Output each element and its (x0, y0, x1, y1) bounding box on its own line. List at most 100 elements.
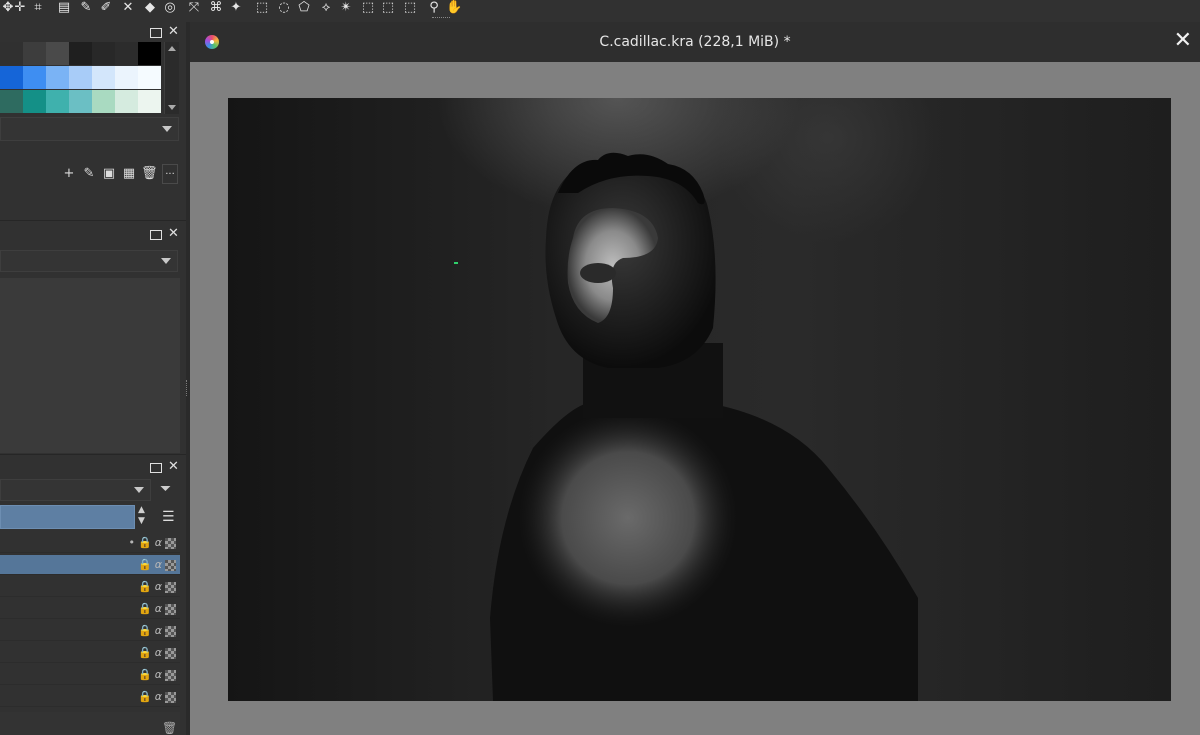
color-swatch[interactable] (23, 90, 46, 113)
smart-patch-icon[interactable]: ✐ (98, 0, 114, 16)
color-swatch[interactable] (46, 66, 69, 89)
bezier-select-icon[interactable]: ⬚ (380, 0, 396, 16)
close-document-button[interactable]: ✕ (1174, 29, 1192, 53)
color-swatch[interactable] (23, 42, 46, 65)
color-swatch[interactable] (46, 90, 69, 113)
lock-icon[interactable]: 🔒 (138, 668, 152, 682)
color-swatch[interactable] (69, 42, 92, 65)
close-docker-icon[interactable]: ✕ (168, 460, 179, 473)
layer-row[interactable]: 🔒 α (0, 621, 180, 641)
lock-icon[interactable]: 🔒 (138, 602, 152, 616)
inherit-alpha-icon[interactable] (165, 559, 176, 571)
inherit-alpha-icon[interactable] (165, 647, 176, 659)
reference-icon[interactable]: ✦ (228, 0, 244, 16)
painting-canvas[interactable] (228, 98, 1171, 701)
color-swatch[interactable] (69, 90, 92, 113)
lock-icon[interactable]: 🔒 (138, 558, 152, 572)
palette-selector[interactable] (0, 117, 179, 141)
layer-row[interactable]: 🔒 α (0, 555, 180, 575)
color-swatch[interactable] (138, 66, 161, 89)
edit-icon[interactable]: ✎ (81, 166, 97, 182)
layer-row[interactable]: 🔒 α (0, 577, 180, 597)
opacity-slider[interactable] (0, 505, 135, 529)
color-swatch[interactable] (138, 90, 161, 113)
layer-row[interactable]: 🔒 α (0, 665, 180, 685)
magic-wand-icon[interactable]: ✕ (120, 0, 136, 16)
opacity-spin-icon[interactable]: ▲ ▼ (138, 505, 145, 527)
color-picker-icon[interactable]: ✎ (78, 0, 94, 16)
alpha-lock-icon[interactable]: α (155, 646, 162, 660)
layer-row[interactable]: 🔒 α (0, 599, 180, 619)
float-docker-icon[interactable] (150, 463, 162, 473)
lock-icon[interactable]: 🔒 (138, 690, 152, 704)
alpha-lock-icon[interactable]: α (155, 624, 162, 638)
color-swatch[interactable] (0, 42, 23, 65)
color-swatch[interactable] (115, 90, 138, 113)
save-icon[interactable]: ▣ (101, 166, 117, 182)
magnetic-select-icon[interactable]: ⬚ (402, 0, 418, 16)
alpha-lock-icon[interactable]: α (155, 668, 162, 682)
color-swatch[interactable] (92, 66, 115, 89)
add-icon[interactable]: + (61, 166, 77, 182)
fill-icon[interactable]: ◆ (142, 0, 158, 16)
color-swatch[interactable] (46, 42, 69, 65)
color-swatch[interactable] (69, 66, 92, 89)
color-swatch[interactable] (92, 42, 115, 65)
alpha-lock-icon[interactable]: α (155, 536, 162, 550)
ellipse-select-icon[interactable]: ◌ (276, 0, 292, 16)
inherit-alpha-icon[interactable] (165, 537, 176, 549)
color-swatch[interactable] (23, 66, 46, 89)
close-docker-icon[interactable]: ✕ (168, 25, 179, 38)
color-swatch[interactable] (138, 42, 161, 65)
scroll-down-icon[interactable] (168, 105, 176, 110)
alpha-lock-icon[interactable]: α (155, 690, 162, 704)
delete-icon[interactable]: 🗑 (141, 166, 158, 182)
preset-filter-combo[interactable] (0, 250, 178, 272)
crop-icon[interactable]: ⌗ (30, 0, 46, 16)
pan-icon[interactable]: ✋ (446, 0, 462, 16)
lock-icon[interactable]: 🔒 (138, 646, 152, 660)
color-swatch[interactable] (92, 90, 115, 113)
visibility-icon[interactable]: • (129, 536, 136, 550)
delete-layer-icon[interactable]: 🗑 (162, 721, 177, 735)
similar-select-icon[interactable]: ⬚ (360, 0, 376, 16)
color-swatch[interactable] (0, 90, 23, 113)
freehand-select-icon[interactable]: ⟡ (318, 0, 334, 16)
inherit-alpha-icon[interactable] (165, 603, 176, 615)
layer-row[interactable]: 🔒 α (0, 687, 180, 707)
palette-more-button[interactable]: ... (162, 164, 178, 184)
inherit-alpha-icon[interactable] (165, 625, 176, 637)
float-docker-icon[interactable] (150, 230, 162, 240)
move-icon[interactable]: ✛ (12, 0, 28, 16)
alpha-lock-icon[interactable]: α (155, 602, 162, 616)
transform-icon[interactable]: ⤧ (186, 0, 202, 16)
inherit-alpha-icon[interactable] (165, 669, 176, 681)
lock-icon[interactable]: 🔒 (138, 580, 152, 594)
color-swatch[interactable] (115, 42, 138, 65)
polygon-select-icon[interactable]: ⬠ (296, 0, 312, 16)
inherit-alpha-icon[interactable] (165, 581, 176, 593)
close-docker-icon[interactable]: ✕ (168, 227, 179, 240)
alpha-lock-icon[interactable]: α (155, 558, 162, 572)
color-swatch[interactable] (0, 66, 23, 89)
contiguous-select-icon[interactable]: ✴ (338, 0, 354, 16)
blending-mode-combo[interactable] (0, 479, 151, 501)
rect-select-icon[interactable]: ⬚ (254, 0, 270, 16)
layer-row[interactable]: 🔒 α (0, 643, 180, 663)
enclose-fill-icon[interactable]: ◎ (162, 0, 178, 16)
float-docker-icon[interactable] (150, 28, 162, 38)
alpha-lock-icon[interactable]: α (155, 580, 162, 594)
layer-menu-icon[interactable]: ☰ (162, 509, 175, 525)
brush-preset-area[interactable] (0, 278, 180, 453)
palette-scrollbar[interactable] (164, 42, 179, 114)
inherit-alpha-icon[interactable] (165, 691, 176, 703)
scroll-up-icon[interactable] (168, 46, 176, 51)
assistant-icon[interactable]: ⌘ (208, 0, 224, 16)
lock-icon[interactable]: 🔒 (138, 624, 152, 638)
lock-icon[interactable]: 🔒 (138, 536, 152, 550)
gradient-icon[interactable]: ▤ (56, 0, 72, 16)
grid-icon[interactable]: ▦ (121, 166, 137, 182)
filter-icon[interactable]: ⏷ (160, 481, 171, 497)
layer-row[interactable]: • 🔒 α (0, 533, 180, 553)
zoom-icon[interactable]: ⚲ (426, 0, 442, 16)
